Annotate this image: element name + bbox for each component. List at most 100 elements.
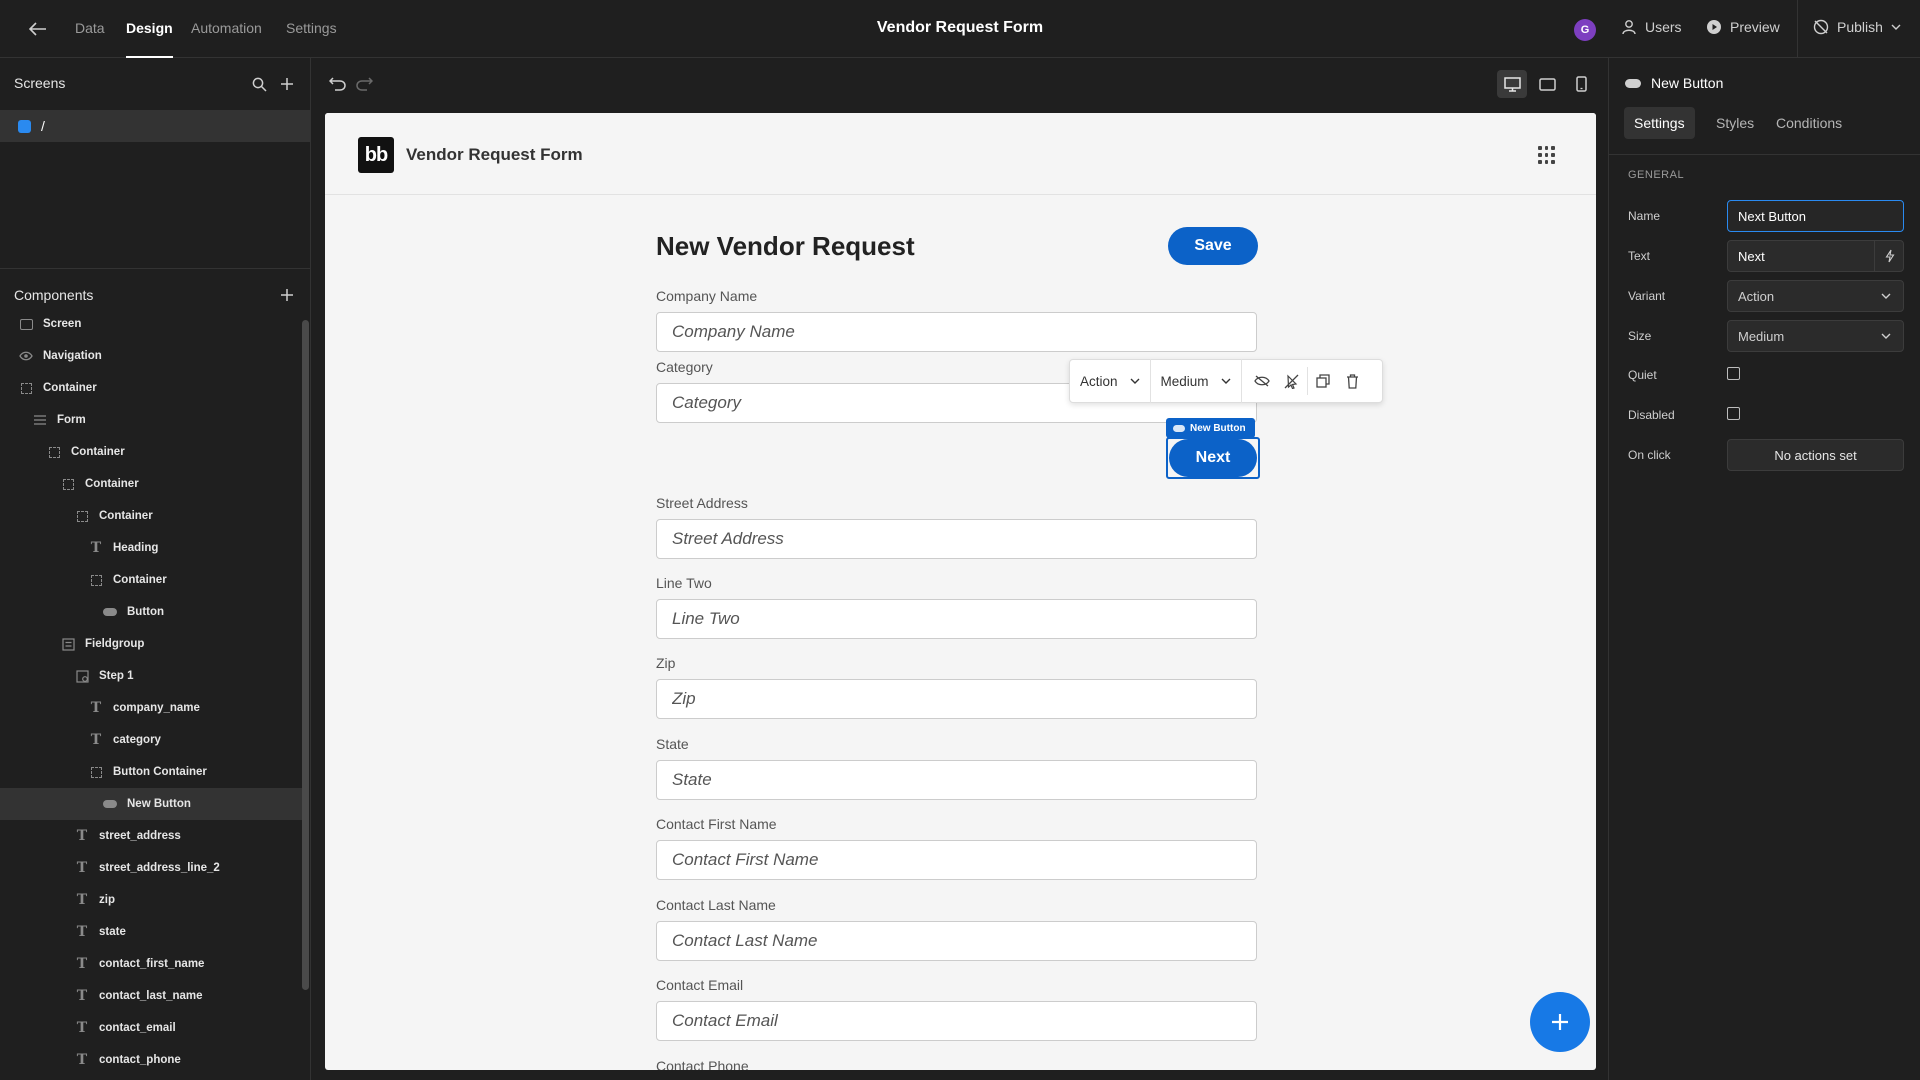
contact-email-input[interactable] (656, 1001, 1257, 1041)
tree-item-company-name[interactable]: T company_name (0, 692, 302, 724)
size-select[interactable]: Medium (1727, 320, 1904, 352)
variant-label: Variant (1628, 289, 1666, 303)
tab-settings[interactable]: Settings (286, 20, 337, 36)
disabled-toggle[interactable] (1277, 359, 1307, 403)
users-button[interactable]: Users (1621, 19, 1682, 35)
settings-panel: New Button Settings Styles Conditions GE… (1608, 58, 1920, 1080)
tree-item-label: Container (99, 510, 153, 522)
mobile-view-button[interactable] (1566, 70, 1596, 98)
duplicate-button[interactable] (1308, 359, 1338, 403)
component-name-title: New Button (1651, 75, 1724, 91)
app-logo[interactable]: bb (358, 137, 394, 173)
component-tag[interactable]: New Button (1166, 418, 1255, 438)
text-icon: T (76, 828, 88, 844)
container-icon (75, 509, 89, 523)
tab-settings[interactable]: Settings (1624, 107, 1695, 139)
text-label: Text (1628, 249, 1651, 263)
publish-button[interactable]: Publish (1813, 19, 1901, 35)
zip-input[interactable] (656, 679, 1257, 719)
plus-icon (281, 289, 293, 301)
preview-label: Preview (1730, 19, 1780, 35)
container-icon (89, 573, 103, 587)
delete-button[interactable] (1338, 359, 1368, 403)
screen-item-root[interactable]: / (0, 110, 311, 142)
tree-item-fieldgroup[interactable]: Fieldgroup (0, 628, 302, 660)
tree-item-contact-last-name[interactable]: T contact_last_name (0, 980, 302, 1012)
text-icon: T (76, 892, 88, 908)
disabled-label: Disabled (1628, 408, 1675, 422)
redo-button[interactable] (353, 73, 375, 95)
quiet-toggle[interactable] (1247, 359, 1277, 403)
field-label-contact-phone: Contact Phone (656, 1058, 749, 1070)
tab-automation[interactable]: Automation (191, 20, 262, 36)
text-icon: T (76, 956, 88, 972)
state-input[interactable] (656, 760, 1257, 800)
line-two-input[interactable] (656, 599, 1257, 639)
tree-scrollbar[interactable] (302, 320, 309, 990)
contact-first-name-input[interactable] (656, 840, 1257, 880)
tablet-view-button[interactable] (1532, 70, 1562, 98)
tree-item-contact-first-name[interactable]: T contact_first_name (0, 948, 302, 980)
add-component-button[interactable] (277, 285, 297, 305)
tab-data[interactable]: Data (75, 20, 105, 36)
tree-item-label: Navigation (43, 350, 102, 362)
text-icon: T (90, 540, 102, 556)
tree-item-container[interactable]: Container (0, 500, 302, 532)
tree-item-street-address[interactable]: T street_address (0, 820, 302, 852)
tab-conditions[interactable]: Conditions (1766, 107, 1852, 139)
brand-title: Vendor Request Form (406, 145, 583, 164)
tree-item-button-container[interactable]: Button Container (0, 756, 302, 788)
next-button[interactable]: Next (1169, 439, 1257, 477)
binding-button[interactable] (1874, 240, 1904, 272)
contact-last-name-input[interactable] (656, 921, 1257, 961)
save-button[interactable]: Save (1168, 227, 1258, 265)
text-icon: T (76, 1052, 88, 1068)
tree-item-button[interactable]: Button (0, 596, 302, 628)
add-screen-button[interactable] (277, 74, 297, 94)
component-toolbar: Action Medium (1069, 359, 1383, 403)
tree-item-contact-phone[interactable]: T contact_phone (0, 1044, 302, 1076)
onclick-actions-button[interactable]: No actions set (1727, 439, 1904, 471)
field-label-line-two: Line Two (656, 575, 712, 591)
tab-styles[interactable]: Styles (1706, 107, 1764, 139)
publish-label: Publish (1837, 19, 1883, 35)
name-input[interactable] (1727, 200, 1904, 232)
add-component-fab[interactable] (1530, 992, 1590, 1052)
tree-item-navigation[interactable]: Navigation (0, 340, 302, 372)
avatar[interactable]: G (1574, 19, 1596, 41)
tree-item-category[interactable]: T category (0, 724, 302, 756)
back-button[interactable] (22, 16, 54, 42)
search-screens-button[interactable] (249, 74, 269, 94)
disabled-checkbox[interactable] (1727, 407, 1740, 420)
tree-item-new-button[interactable]: New Button (0, 788, 302, 820)
street-address-input[interactable] (656, 519, 1257, 559)
tree-item-street-address-line-2[interactable]: T street_address_line_2 (0, 852, 302, 884)
tree-item-heading[interactable]: T Heading (0, 532, 302, 564)
tree-item-container[interactable]: Container (0, 564, 302, 596)
tree-item-step[interactable]: Step 1 (0, 660, 302, 692)
users-label: Users (1645, 19, 1682, 35)
tab-design[interactable]: Design (126, 20, 173, 58)
company-name-input[interactable] (656, 312, 1257, 352)
tree-item-container[interactable]: Container (0, 372, 302, 404)
tree-item-contact-email[interactable]: T contact_email (0, 1012, 302, 1044)
size-dropdown[interactable]: Medium (1151, 359, 1242, 403)
variant-select[interactable]: Action (1727, 280, 1904, 312)
text-icon: T (76, 1020, 88, 1036)
variant-dropdown[interactable]: Action (1070, 359, 1151, 403)
tree-item-zip[interactable]: T zip (0, 884, 302, 916)
preview-button[interactable]: Preview (1706, 19, 1780, 35)
copy-icon (1315, 374, 1330, 388)
tree-item-container[interactable]: Container (0, 468, 302, 500)
tree-item-state[interactable]: T state (0, 916, 302, 948)
tree-item-container[interactable]: Container (0, 436, 302, 468)
text-icon: T (90, 732, 102, 748)
tree-item-form[interactable]: Form (0, 404, 302, 436)
chevron-down-icon (1891, 24, 1901, 30)
tree-item-screen[interactable]: Screen (0, 308, 302, 340)
tree-item-label: street_address_line_2 (99, 862, 220, 874)
undo-button[interactable] (326, 73, 348, 95)
desktop-view-button[interactable] (1497, 70, 1527, 98)
quiet-checkbox[interactable] (1727, 367, 1740, 380)
grid-menu-icon[interactable] (1538, 146, 1556, 164)
